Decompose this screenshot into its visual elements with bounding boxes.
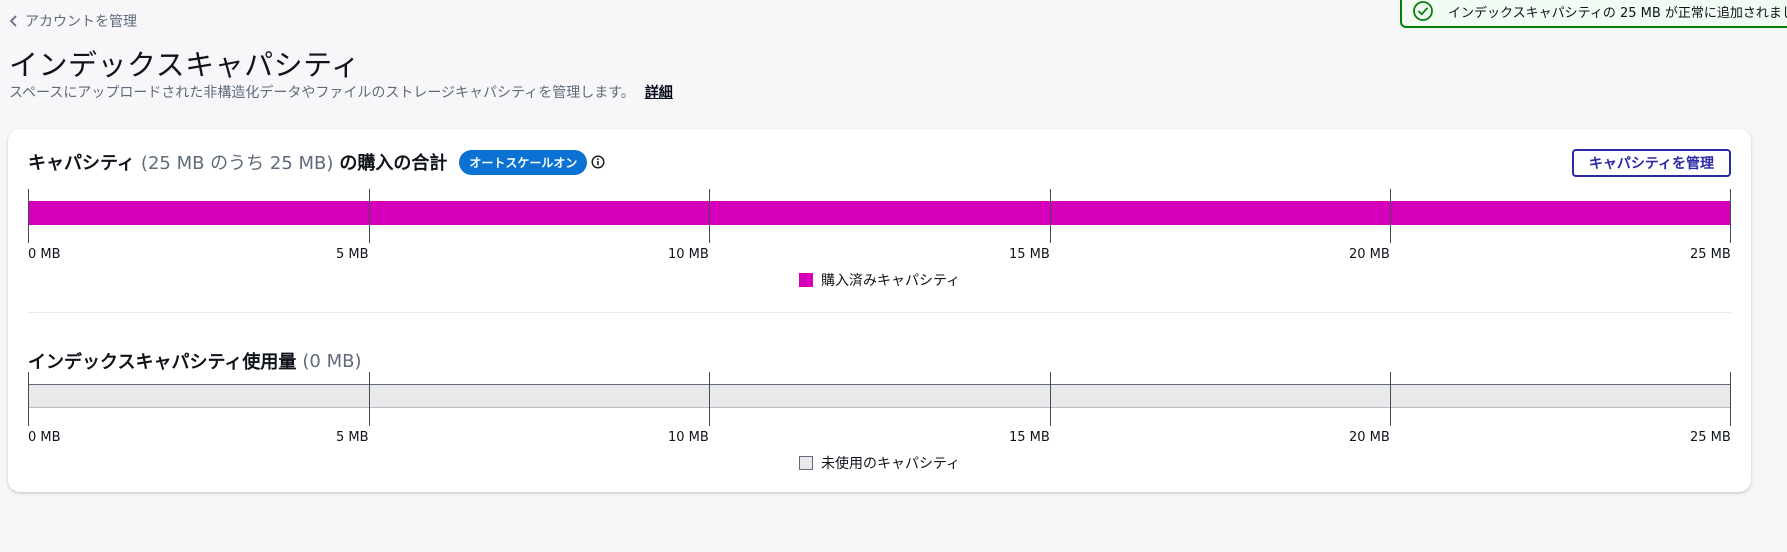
axis-tick xyxy=(1390,189,1391,243)
axis-tick-label: 25 MB xyxy=(1690,430,1731,445)
axis-tick-label: 15 MB xyxy=(1009,247,1050,262)
purchased-capacity-bar xyxy=(28,201,1731,225)
success-notification: インデックスキャパシティの 25 MB が正常に追加されました xyxy=(1400,0,1787,28)
page-description-text: スペースにアップロードされた非構造化データやファイルのストレージキャパシティを管… xyxy=(9,85,635,101)
axis-tick-label: 15 MB xyxy=(1009,430,1050,445)
purchased-title-suffix: の購入の合計 xyxy=(339,153,448,174)
usage-title: インデックスキャパシティ使用量 xyxy=(28,352,297,373)
capacity-card: キャパシティ (25 MB のうち 25 MB) の購入の合計 オートスケールオ… xyxy=(8,129,1751,492)
index-capacity-page: アカウントを管理 インデックスキャパシティ スペースにアップロードされた非構造化… xyxy=(0,0,1787,552)
axis-tick-label: 5 MB xyxy=(336,430,369,445)
usage-legend-label: 未使用のキャパシティ xyxy=(821,456,961,472)
usage-legend: 未使用のキャパシティ xyxy=(799,453,960,473)
axis-tick-label: 10 MB xyxy=(668,430,709,445)
axis-tick-label: 0 MB xyxy=(28,430,61,445)
autoscale-badge: オートスケールオン xyxy=(459,149,588,175)
page-description: スペースにアップロードされた非構造化データやファイルのストレージキャパシティを管… xyxy=(9,82,673,102)
usage-header: インデックスキャパシティ使用量 (0 MB) xyxy=(28,348,368,374)
unused-capacity-bar xyxy=(28,384,1731,408)
purchased-title: キャパシティ xyxy=(28,153,135,174)
purchased-legend-label: 購入済みキャパシティ xyxy=(821,273,961,289)
axis-tick xyxy=(1730,189,1731,243)
purchased-capacity-header: キャパシティ (25 MB のうち 25 MB) の購入の合計 オートスケールオ… xyxy=(28,149,605,175)
usage-capacity-bar-chart: 0 MB 5 MB 10 MB 15 MB 20 MB 25 MB xyxy=(28,372,1731,452)
axis-tick-label: 25 MB xyxy=(1690,247,1731,262)
check-circle-icon xyxy=(1413,1,1433,21)
axis-tick xyxy=(369,189,370,243)
info-icon[interactable] xyxy=(591,155,605,169)
back-link-label[interactable]: アカウントを管理 xyxy=(25,11,137,31)
axis-tick xyxy=(1390,372,1391,426)
axis-tick xyxy=(369,372,370,426)
axis-tick xyxy=(28,189,29,243)
purchased-summary: (25 MB のうち 25 MB) xyxy=(140,153,334,174)
purchased-capacity-bar-chart: 0 MB 5 MB 10 MB 15 MB 20 MB 25 MB xyxy=(28,189,1731,269)
axis-tick-label: 0 MB xyxy=(28,247,61,262)
axis-tick xyxy=(1050,372,1051,426)
unused-legend-swatch xyxy=(799,456,813,470)
notification-message: インデックスキャパシティの 25 MB が正常に追加されました xyxy=(1448,5,1787,21)
page-title: インデックスキャパシティ xyxy=(9,48,361,82)
axis-tick-label: 20 MB xyxy=(1349,430,1390,445)
axis-tick-label: 10 MB xyxy=(668,247,709,262)
axis-tick-label: 5 MB xyxy=(336,247,369,262)
purchased-legend: 購入済みキャパシティ xyxy=(799,270,960,290)
purchased-legend-swatch xyxy=(799,273,813,287)
back-to-manage-account-link[interactable]: アカウントを管理 xyxy=(9,11,137,31)
axis-tick xyxy=(709,189,710,243)
details-link[interactable]: 詳細 xyxy=(645,82,673,102)
axis-tick xyxy=(709,372,710,426)
section-divider xyxy=(28,312,1731,313)
axis-tick xyxy=(1730,372,1731,426)
axis-tick-label: 20 MB xyxy=(1349,247,1390,262)
usage-summary: (0 MB) xyxy=(302,350,362,372)
manage-capacity-button[interactable]: キャパシティを管理 xyxy=(1571,149,1731,177)
axis-tick xyxy=(1050,189,1051,243)
axis-tick xyxy=(28,372,29,426)
chevron-left-icon xyxy=(9,15,17,27)
